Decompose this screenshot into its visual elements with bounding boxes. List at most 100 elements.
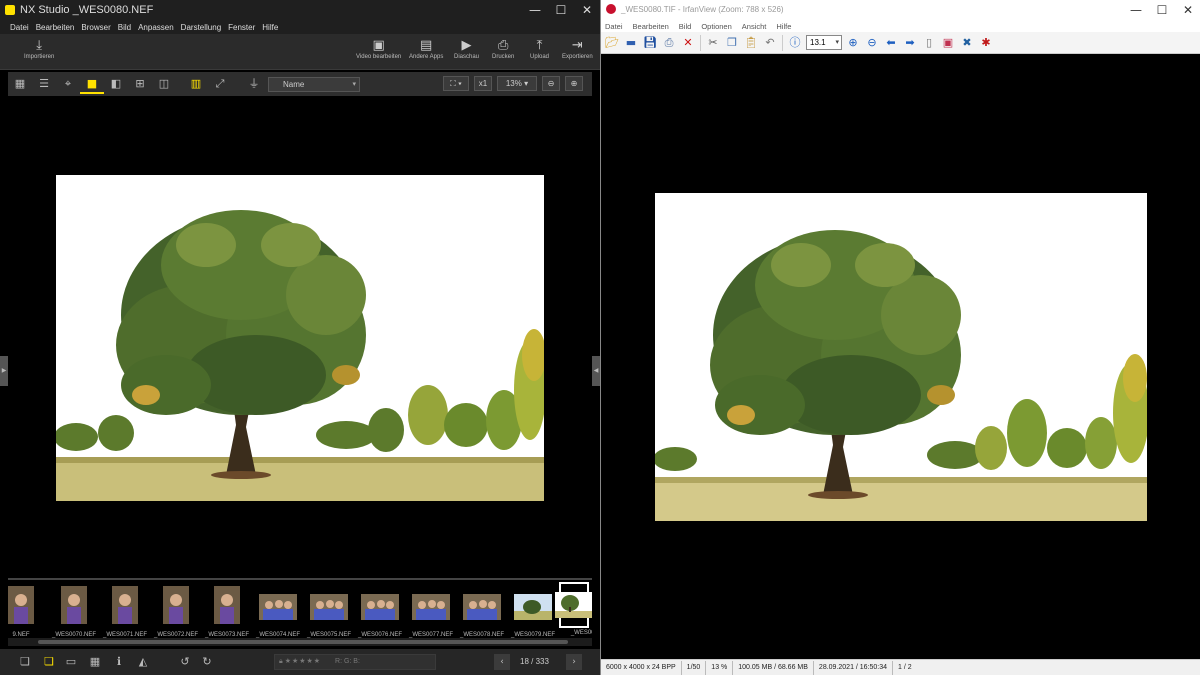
next-icon[interactable]: ➡	[902, 35, 918, 51]
label-filter-icon[interactable]: ▥	[184, 74, 208, 94]
save-icon[interactable]: 💾︎	[642, 35, 658, 51]
filmstrip-thumbnail[interactable]: _WES0078.NEF	[457, 586, 507, 638]
star-rating[interactable]: ★★★★★	[285, 658, 321, 665]
nx-minimize-button[interactable]: —	[522, 0, 548, 20]
list-view-icon[interactable]: ☰	[32, 74, 56, 94]
filmstrip-view-icon[interactable]: ▭	[62, 654, 80, 670]
iv-menu-hilfe[interactable]: Hilfe	[776, 22, 791, 31]
filmstrip-thumbnail[interactable]: _WES0074.NEF	[253, 586, 303, 638]
page-icon[interactable]: ▯	[921, 35, 937, 51]
stack-icon[interactable]: ❏	[16, 654, 34, 670]
iv-minimize-button[interactable]: —	[1123, 0, 1149, 20]
grid-panel-icon[interactable]: ▦	[86, 654, 104, 670]
iv-menu-bearbeiten[interactable]: Bearbeiten	[633, 22, 669, 31]
iv-titlebar[interactable]: _WES0080.TIF - IrfanView (Zoom: 788 x 52…	[601, 0, 1200, 20]
nx-titlebar[interactable]: NX Studio _WES0080.NEF — ☐ ✕	[0, 0, 600, 20]
nx-menu-bearbeiten[interactable]: Bearbeiten	[36, 23, 75, 32]
histogram-icon[interactable]: ◭	[134, 654, 152, 670]
sort-dropdown[interactable]: Name ▾	[268, 76, 360, 92]
nx-menu-anpassen[interactable]: Anpassen	[138, 23, 174, 32]
filmstrip-thumbnail[interactable]: _WES0076.NEF	[355, 586, 405, 638]
zoom-level-dropdown[interactable]: 13% ▾	[497, 76, 537, 91]
iv-close-button[interactable]: ✕	[1175, 0, 1200, 20]
filmstrip-thumbnail[interactable]: 9.NEF	[8, 586, 46, 638]
filter-icon[interactable]: ⏚	[242, 74, 266, 94]
filmstrip-thumbnail[interactable]: _WES0080	[555, 582, 592, 636]
upload-button[interactable]: ⤒ Upload	[530, 38, 549, 60]
delete-icon[interactable]: ✕	[680, 35, 696, 51]
iv-menu-bild[interactable]: Bild	[679, 22, 692, 31]
filmstrip-thumbnail[interactable]: _WES0070.NEF	[49, 586, 99, 638]
right-panel-toggle[interactable]: ◀	[592, 356, 600, 386]
scrollbar-thumb[interactable]	[38, 640, 568, 644]
iv-menu-optionen[interactable]: Optionen	[701, 22, 731, 31]
fit-dropdown[interactable]: ⛶ ▾	[443, 76, 469, 91]
nx-menu-fenster[interactable]: Fenster	[228, 23, 255, 32]
export-button[interactable]: ⇥ Exportieren	[562, 38, 593, 60]
map-pin-icon[interactable]: ⌖	[56, 74, 80, 94]
thumbnails-icon[interactable]: ▬	[623, 35, 639, 51]
other-apps-button[interactable]: ▤ Andere Apps	[409, 38, 443, 60]
info-icon[interactable]: ⓘ	[787, 35, 803, 51]
paste-icon[interactable]: 📋︎	[743, 35, 759, 51]
print-icon[interactable]: ⎙	[661, 35, 677, 51]
zoom-out-icon[interactable]: ⊖	[864, 35, 880, 51]
zoom-out-button[interactable]: ⊖	[542, 76, 560, 91]
zoom-in-icon[interactable]: ⊕	[845, 35, 861, 51]
thumbnail-label: _WES0080	[570, 630, 592, 636]
thumbnail-image	[214, 586, 240, 629]
import-button[interactable]: ⤓ Importieren	[24, 38, 54, 60]
slideshow-icon[interactable]: ▣	[940, 35, 956, 51]
filmstrip-thumbnail[interactable]: _WES0075.NEF	[304, 586, 354, 638]
zoom-in-button[interactable]: ⊕	[565, 76, 583, 91]
copy-icon[interactable]: ❐	[724, 35, 740, 51]
nx-menu-darstellung[interactable]: Darstellung	[181, 23, 221, 32]
nx-maximize-button[interactable]: ☐	[548, 0, 574, 20]
filmstrip-thumbnail[interactable]: _WES0073.NEF	[202, 586, 252, 638]
cut-icon[interactable]: ✂	[705, 35, 721, 51]
filmstrip-thumbnail[interactable]: _WES0072.NEF	[151, 586, 201, 638]
compare-view-icon[interactable]: ◫	[152, 74, 176, 94]
previous-image-button[interactable]: ‹	[494, 654, 510, 670]
previous-icon[interactable]: ⬅	[883, 35, 899, 51]
rating-bar[interactable]: 🔒︎ ★★★★★ R: G: B:	[274, 654, 436, 670]
nx-menu-bild[interactable]: Bild	[118, 23, 131, 32]
open-folder-icon[interactable]: 📂︎	[604, 35, 620, 51]
video-edit-button[interactable]: ▣ Video bearbeiten	[356, 38, 401, 60]
grid-view-icon[interactable]: ▦	[8, 74, 32, 94]
nx-menu-datei[interactable]: Datei	[10, 23, 29, 32]
iv-menu-datei[interactable]: Datei	[605, 22, 623, 31]
settings-tools-icon[interactable]: ✖	[959, 35, 975, 51]
nx-close-button[interactable]: ✕	[574, 0, 600, 20]
iv-image-canvas[interactable]	[601, 55, 1200, 659]
iv-menu-ansicht[interactable]: Ansicht	[742, 22, 767, 31]
next-image-button[interactable]: ›	[566, 654, 582, 670]
undo-icon[interactable]: ↶	[762, 35, 778, 51]
label-icon[interactable]: ❏	[40, 654, 58, 670]
nx-menu-hilfe[interactable]: Hilfe	[262, 23, 278, 32]
iv-maximize-button[interactable]: ☐	[1149, 0, 1175, 20]
filmstrip-thumbnail[interactable]: _WES0071.NEF	[100, 586, 150, 638]
info-icon[interactable]: ℹ	[110, 654, 128, 670]
fullscreen-icon[interactable]: ⤢	[208, 74, 232, 94]
slideshow-button[interactable]: ▶ Diaschau	[454, 38, 479, 60]
nx-menu-browser[interactable]: Browser	[81, 23, 110, 32]
zoom-value: 13.1	[810, 38, 826, 47]
filmstrip-thumbnail[interactable]: _WES0077.NEF	[406, 586, 456, 638]
rotate-left-icon[interactable]: ↺	[176, 654, 194, 670]
irfanview-about-icon[interactable]: ✱	[978, 35, 994, 51]
filmstrip-scrollbar[interactable]	[8, 638, 592, 646]
image-counter: 18 / 333	[520, 657, 549, 666]
nx-bottom-bar: ❏ ❏ ▭ ▦ ℹ ◭ ↺ ↻ 🔒︎ ★★★★★ R: G: B: ‹ 18 /…	[0, 649, 600, 675]
left-panel-toggle[interactable]: ▶	[0, 356, 8, 386]
rotate-right-icon[interactable]: ↻	[198, 654, 216, 670]
filmstrip-thumbnail[interactable]: _WES0079.NEF	[508, 586, 558, 638]
protect-icon[interactable]: 🔒︎	[279, 658, 283, 665]
single-view-icon[interactable]: ■	[80, 74, 104, 94]
split-view-icon[interactable]: ◧	[104, 74, 128, 94]
zoom-1x-button[interactable]: x1	[474, 76, 492, 91]
print-button[interactable]: ⎙ Drucken	[492, 38, 514, 60]
nx-image-viewer[interactable]	[8, 97, 592, 574]
quad-view-icon[interactable]: ⊞	[128, 74, 152, 94]
zoom-combobox[interactable]: 13.1 ▾	[806, 35, 842, 50]
